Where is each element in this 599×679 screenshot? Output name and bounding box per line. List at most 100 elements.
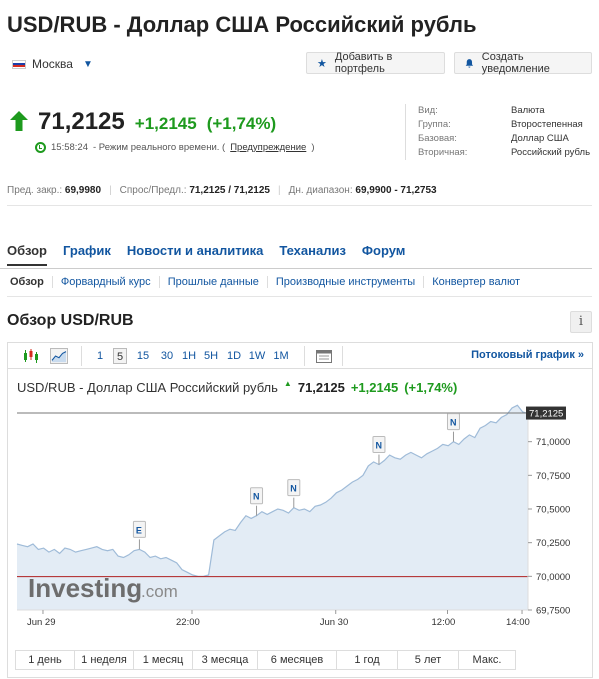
tab-technical[interactable]: Теханализ bbox=[279, 243, 346, 266]
location-selector[interactable]: Москва ▼ bbox=[12, 57, 93, 71]
section-title: Обзор USD/RUB bbox=[7, 312, 134, 329]
info-key: Базовая: bbox=[418, 133, 457, 144]
subtab-derivatives[interactable]: Производные инструменты bbox=[266, 276, 423, 288]
range-6mo[interactable]: 6 месяцев bbox=[257, 650, 337, 670]
y-tick-label: 70,5000 bbox=[536, 505, 570, 516]
range-1w[interactable]: 1 неделя bbox=[74, 650, 134, 670]
range-5y[interactable]: 5 лет bbox=[397, 650, 459, 670]
interval-1d[interactable]: 1D bbox=[226, 348, 242, 364]
last-price-tag-text: 71,2125 bbox=[529, 409, 563, 420]
range-1mo[interactable]: 1 месяц bbox=[133, 650, 193, 670]
y-tick-label: 70,0000 bbox=[536, 572, 570, 583]
create-alert-label: Создать уведомление bbox=[481, 51, 550, 75]
chart-change: +1,2145 bbox=[350, 380, 399, 395]
tab-overview[interactable]: Обзор bbox=[7, 243, 47, 266]
info-key: Вторичная: bbox=[418, 147, 468, 158]
subtab-currency-converter[interactable]: Конвертер валют bbox=[423, 276, 528, 288]
calendar-icon[interactable] bbox=[315, 348, 333, 364]
y-tick-label: 69,7500 bbox=[536, 606, 570, 617]
range-max[interactable]: Макс. bbox=[458, 650, 516, 670]
chart-change-percent: (+1,74%) bbox=[404, 380, 458, 395]
price-change: +1,2145 bbox=[134, 114, 197, 133]
info-value: Второстепенная bbox=[511, 119, 583, 130]
page-title: USD/RUB - Доллар США Российский рубль bbox=[7, 12, 477, 37]
info-value: Валюта bbox=[511, 105, 545, 116]
watermark-text: Investing bbox=[28, 573, 142, 603]
tab-chart[interactable]: График bbox=[63, 243, 111, 266]
last-price-tag: 71,2125 bbox=[526, 406, 566, 420]
location-label: Москва bbox=[32, 57, 73, 71]
main-tabs: Обзор График Новости и аналитика Теханал… bbox=[7, 243, 405, 266]
info-key: Вид: bbox=[418, 105, 438, 116]
up-arrow-icon bbox=[10, 111, 28, 131]
area-chart-icon[interactable] bbox=[50, 348, 68, 364]
range-1d[interactable]: 1 день bbox=[15, 650, 75, 670]
range-1y[interactable]: 1 год bbox=[336, 650, 398, 670]
prev-close-value: 69,9980 bbox=[64, 185, 102, 196]
price-chart[interactable]: Investing .com E N N N N 71,0000 70,7500 70,50… bbox=[8, 398, 594, 646]
y-tick-label: 71,0000 bbox=[536, 437, 570, 448]
info-value: Доллар США bbox=[511, 133, 569, 144]
tab-forum[interactable]: Форум bbox=[362, 243, 405, 266]
tab-news[interactable]: Новости и аналитика bbox=[127, 243, 263, 266]
interval-5m[interactable]: 5 bbox=[113, 348, 127, 364]
create-alert-button[interactable]: Создать уведомление bbox=[454, 51, 592, 75]
candlestick-icon[interactable] bbox=[22, 348, 40, 364]
interval-1mo[interactable]: 1M bbox=[272, 348, 290, 364]
quote-stats: Пред. закр.: 69,9980 | Спрос/Предл.: 71,… bbox=[7, 185, 437, 196]
divider bbox=[7, 296, 592, 297]
sub-tabs: Обзор Форвардный курс Прошлые данные Про… bbox=[7, 276, 528, 288]
bid-ask-value: 71,2125 / 71,2125 bbox=[189, 185, 270, 196]
price-change-percent: (+1,74%) bbox=[206, 114, 277, 133]
x-tick-label: 12:00 bbox=[432, 617, 456, 628]
realtime-status: 15:58:24 - Режим реального времени. ( Пре… bbox=[35, 142, 314, 153]
warning-link[interactable]: Предупреждение bbox=[230, 142, 306, 153]
quote-time: 15:58:24 bbox=[51, 142, 88, 153]
range-3mo[interactable]: 3 месяца bbox=[192, 650, 258, 670]
day-range-value: 69,9900 - 71,2753 bbox=[355, 185, 437, 196]
interval-30m[interactable]: 30 bbox=[158, 348, 176, 364]
interval-1h[interactable]: 1H bbox=[181, 348, 197, 364]
info-key: Группа: bbox=[418, 119, 451, 130]
subtab-historical-data[interactable]: Прошлые данные bbox=[158, 276, 267, 288]
quote-block: 71,2125 +1,2145 (+1,74%) bbox=[10, 108, 276, 136]
up-triangle-icon: ▲ bbox=[283, 379, 292, 388]
chart-toolbar: 1 5 15 30 1H 5H 1D 1W 1M Потоковый графи… bbox=[8, 343, 592, 369]
add-to-portfolio-label: Добавить в портфель bbox=[334, 51, 393, 75]
info-value: Российский рубль bbox=[511, 147, 591, 158]
realtime-close: ) bbox=[311, 142, 315, 153]
bid-ask-label: Спрос/Предл.: bbox=[119, 185, 187, 196]
chart-price: 71,2125 bbox=[297, 380, 345, 395]
divider bbox=[7, 205, 592, 206]
watermark-suffix: .com bbox=[141, 582, 178, 601]
bell-icon bbox=[465, 58, 474, 68]
interval-1w[interactable]: 1W bbox=[248, 348, 266, 364]
info-row: Вторичная: Российский рубль bbox=[418, 146, 590, 160]
day-range-label: Дн. диапазон: bbox=[288, 185, 353, 196]
x-tick-label: Jun 30 bbox=[320, 617, 349, 628]
realtime-text: - Режим реального времени. ( bbox=[92, 142, 226, 153]
info-row: Группа: Второстепенная bbox=[418, 118, 590, 132]
event-marker-label: N bbox=[253, 492, 260, 502]
chart-instrument-name: USD/RUB - Доллар США Российский рубль bbox=[17, 380, 278, 395]
chart-widget: 1 5 15 30 1H 5H 1D 1W 1M Потоковый графи… bbox=[7, 342, 593, 678]
chevron-down-icon: ▼ bbox=[82, 58, 93, 70]
add-to-portfolio-button[interactable]: ★ Добавить в портфель bbox=[306, 51, 445, 75]
info-icon[interactable]: i bbox=[570, 311, 592, 333]
clock-icon bbox=[35, 142, 46, 153]
streaming-chart-link[interactable]: Потоковый график » bbox=[471, 349, 584, 361]
interval-15m[interactable]: 15 bbox=[134, 348, 152, 364]
event-marker-label: N bbox=[375, 441, 382, 451]
event-marker-label: E bbox=[136, 525, 142, 535]
event-marker-label: N bbox=[450, 418, 457, 428]
russia-flag-icon bbox=[12, 59, 26, 69]
interval-1m[interactable]: 1 bbox=[94, 348, 106, 364]
y-tick-label: 70,2500 bbox=[536, 538, 570, 549]
x-tick-label: 22:00 bbox=[176, 617, 200, 628]
event-marker-label: N bbox=[290, 484, 297, 494]
x-tick-label: 14:00 bbox=[506, 617, 530, 628]
subtab-forward-rates[interactable]: Форвардный курс bbox=[51, 276, 159, 288]
interval-5h[interactable]: 5H bbox=[203, 348, 219, 364]
info-row: Базовая: Доллар США bbox=[418, 132, 590, 146]
subtab-overview[interactable]: Обзор bbox=[7, 276, 52, 288]
